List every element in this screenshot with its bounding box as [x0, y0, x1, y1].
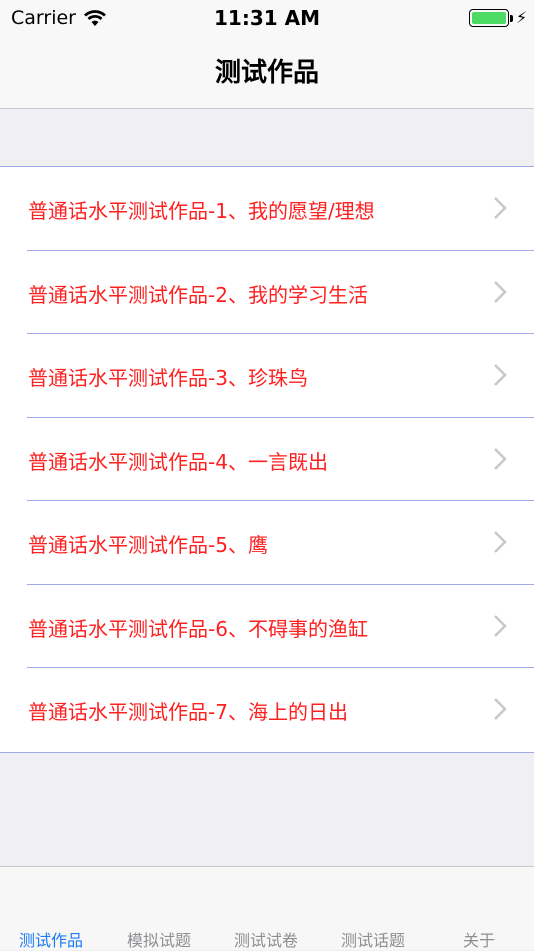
battery-tip — [510, 15, 513, 22]
list-item[interactable]: 普通话水平测试作品-1、我的愿望/理想 — [0, 167, 534, 251]
chevron-right-icon — [494, 197, 507, 219]
chevron-right-icon — [494, 531, 507, 553]
tab-test-works[interactable]: 测试作品 — [19, 927, 83, 951]
tab-bar: 测试作品 模拟试题 测试试卷 测试话题 关于 — [0, 866, 534, 950]
tab-test-papers[interactable]: 测试试卷 — [234, 927, 298, 951]
list-item[interactable]: 普通话水平测试作品-2、我的学习生活 — [0, 251, 534, 334]
chevron-right-icon — [494, 614, 507, 637]
chevron-right-icon — [494, 280, 507, 303]
tab-test-topics[interactable]: 测试话题 — [341, 927, 405, 951]
bolt-icon: ⚡ — [516, 8, 528, 27]
chevron-right-icon — [494, 447, 507, 470]
list-item-label: 普通话水平测试作品-2、我的学习生活 — [28, 282, 368, 307]
list-item[interactable]: 普通话水平测试作品-6、不碍事的渔缸 — [0, 585, 534, 668]
list-item[interactable]: 普通话水平测试作品-4、一言既出 — [0, 418, 534, 501]
tab-mock-questions[interactable]: 模拟试题 — [127, 927, 191, 951]
list-item[interactable]: 普通话水平测试作品-3、珍珠鸟 — [0, 334, 534, 418]
navigation-bar: 测试作品 — [0, 38, 534, 109]
list-item[interactable]: 普通话水平测试作品-5、鹰 — [0, 501, 534, 585]
page-title: 测试作品 — [214, 58, 319, 88]
list-item-label: 普通话水平测试作品-5、鹰 — [28, 533, 268, 557]
list-item-label: 普通话水平测试作品-3、珍珠鸟 — [28, 366, 308, 390]
list-item-label: 普通话水平测试作品-4、一言既出 — [28, 449, 328, 474]
status-bar: Carrier 11:31 AM ⚡ — [0, 0, 534, 38]
chevron-right-icon — [494, 698, 507, 720]
tab-about[interactable]: 关于 — [463, 927, 495, 951]
battery-level — [472, 12, 506, 24]
battery-icon — [469, 9, 509, 27]
works-list: 普通话水平测试作品-1、我的愿望/理想 普通话水平测试作品-2、我的学习生活 普… — [0, 166, 534, 753]
list-item-label: 普通话水平测试作品-6、不碍事的渔缸 — [28, 616, 368, 641]
chevron-right-icon — [494, 364, 507, 386]
list-item[interactable]: 普通话水平测试作品-7、海上的日出 — [0, 668, 534, 752]
clock: 11:31 AM — [213, 6, 320, 30]
list-item-label: 普通话水平测试作品-1、我的愿望/理想 — [28, 199, 375, 223]
list-item-label: 普通话水平测试作品-7、海上的日出 — [28, 700, 348, 724]
